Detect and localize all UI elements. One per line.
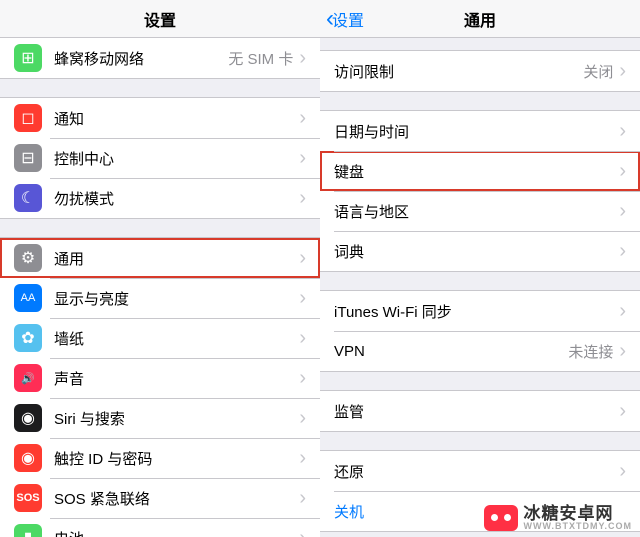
row-cellular[interactable]: ⊞ 蜂窝移动网络无 SIM 卡 › [0,38,320,78]
chevron-right-icon: › [299,288,306,308]
nav-bar: 设置 [0,0,320,38]
chevron-right-icon: › [299,448,306,468]
row-profiles[interactable]: 监管› [320,391,640,431]
wallpaper-icon: ✿ [14,324,42,352]
row-siri-search[interactable]: ◉ Siri 与搜索› [0,398,320,438]
row-label: 控制中心 [54,148,299,169]
row-vpn[interactable]: VPN未连接 › [320,331,640,371]
row-label: 监管 [334,401,619,422]
row-value: 关闭 [583,61,613,82]
chevron-right-icon: › [619,241,626,261]
chevron-right-icon: › [299,488,306,508]
group: 访问限制关闭 › [320,50,640,92]
chevron-right-icon: › [299,48,306,68]
general-screen: ‹ 设置 通用 访问限制关闭›日期与时间›键盘›语言与地区›词典›iTunes … [320,0,640,537]
watermark-text-cn: 冰糖安卓网 [524,505,633,522]
row-label: 触控 ID 与密码 [54,448,299,469]
row-label: 语言与地区 [334,201,619,222]
sos-icon: SOS [14,484,42,512]
chevron-right-icon: › [299,528,306,537]
row-label: SOS 紧急联络 [54,488,299,509]
chevron-right-icon: › [299,328,306,348]
display-brightness-icon: AA [14,284,42,312]
row-notifications[interactable]: ◻ 通知› [0,98,320,138]
watermark-logo-icon [484,505,518,531]
row-sound[interactable]: 🔊 声音› [0,358,320,398]
group: iTunes Wi-Fi 同步› VPN未连接 › [320,290,640,372]
row-label: 还原 [334,461,619,482]
touchid-passcode-icon: ◉ [14,444,42,472]
chevron-right-icon: › [299,188,306,208]
chevron-right-icon: › [619,301,626,321]
row-date-time[interactable]: 日期与时间› [320,111,640,151]
chevron-right-icon: › [619,121,626,141]
row-value: 无 SIM 卡 [228,48,293,69]
row-reset[interactable]: 还原› [320,451,640,491]
group: 日期与时间›键盘›语言与地区›词典› [320,110,640,272]
nav-bar: ‹ 设置 通用 [320,0,640,38]
row-do-not-disturb[interactable]: ☾ 勿扰模式› [0,178,320,218]
row-restrictions[interactable]: 访问限制关闭 › [320,51,640,91]
battery-icon: ▮ [14,524,42,537]
row-label: 声音 [54,368,299,389]
row-itunes-wifi-sync[interactable]: iTunes Wi-Fi 同步› [320,291,640,331]
chevron-right-icon: › [299,248,306,268]
row-label: 蜂窝移动网络 [54,48,228,69]
row-label: 通用 [54,248,299,269]
row-label: iTunes Wi-Fi 同步 [334,301,619,322]
group: 监管› [320,390,640,432]
back-label: 设置 [332,7,364,31]
group: ⚙通用›AA显示与亮度›✿墙纸›🔊声音›◉Siri 与搜索›◉触控 ID 与密码… [0,237,320,537]
row-control-center[interactable]: ⊟ 控制中心› [0,138,320,178]
chevron-right-icon: › [619,61,626,81]
row-dictionary[interactable]: 词典› [320,231,640,271]
row-label: 显示与亮度 [54,288,299,309]
settings-content[interactable]: ⊞蜂窝移动网络无 SIM 卡›◻通知›⊟控制中心›☾勿扰模式›⚙通用›AA显示与… [0,38,320,537]
row-wallpaper[interactable]: ✿ 墙纸› [0,318,320,358]
siri-search-icon: ◉ [14,404,42,432]
row-label: 电池 [54,528,299,537]
row-label: 键盘 [334,161,619,182]
chevron-right-icon: › [619,161,626,181]
sound-icon: 🔊 [14,364,42,392]
watermark: 冰糖安卓网 WWW.BTXTDMY.COM [484,505,633,531]
row-language-region[interactable]: 语言与地区› [320,191,640,231]
row-label: 勿扰模式 [54,188,299,209]
row-value: 未连接 [568,341,613,362]
row-touchid-passcode[interactable]: ◉ 触控 ID 与密码› [0,438,320,478]
back-button[interactable]: ‹ 设置 [326,7,364,31]
row-display-brightness[interactable]: AA 显示与亮度› [0,278,320,318]
row-keyboard[interactable]: 键盘› [320,151,640,191]
control-center-icon: ⊟ [14,144,42,172]
chevron-right-icon: › [299,148,306,168]
chevron-right-icon: › [299,368,306,388]
notifications-icon: ◻ [14,104,42,132]
row-general[interactable]: ⚙ 通用› [0,238,320,278]
chevron-right-icon: › [619,201,626,221]
group: ⊞ 蜂窝移动网络无 SIM 卡 › [0,38,320,79]
chevron-right-icon: › [299,108,306,128]
row-label: Siri 与搜索 [54,408,299,429]
row-label: 日期与时间 [334,121,619,142]
chevron-right-icon: › [619,401,626,421]
watermark-text-en: WWW.BTXTDMY.COM [524,522,633,531]
row-label: 墙纸 [54,328,299,349]
row-label: 访问限制 [334,61,583,82]
row-battery[interactable]: ▮ 电池› [0,518,320,537]
chevron-right-icon: › [299,408,306,428]
row-label: 词典 [334,241,619,262]
chevron-right-icon: › [619,461,626,481]
nav-title: 设置 [144,7,176,31]
do-not-disturb-icon: ☾ [14,184,42,212]
chevron-right-icon: › [619,341,626,361]
nav-title: 通用 [464,7,496,31]
general-content[interactable]: 访问限制关闭›日期与时间›键盘›语言与地区›词典›iTunes Wi-Fi 同步… [320,38,640,537]
settings-screen: 设置 ⊞蜂窝移动网络无 SIM 卡›◻通知›⊟控制中心›☾勿扰模式›⚙通用›AA… [0,0,320,537]
row-label: VPN [334,343,568,360]
row-label: 通知 [54,108,299,129]
row-sos[interactable]: SOS SOS 紧急联络› [0,478,320,518]
general-icon: ⚙ [14,244,42,272]
group: ◻通知›⊟控制中心›☾勿扰模式› [0,97,320,219]
cellular-icon: ⊞ [14,44,42,72]
